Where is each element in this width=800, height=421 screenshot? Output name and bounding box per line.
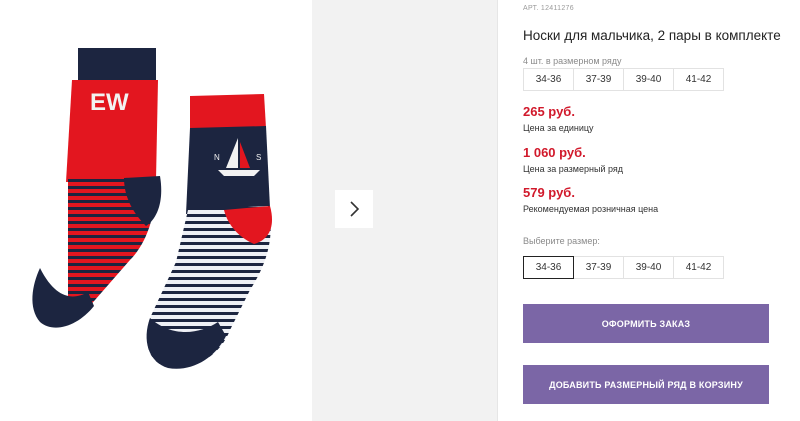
product-title: Носки для мальчика, 2 пары в комплекте — [523, 28, 781, 43]
pack-note: 4 шт. в размерном ряду — [523, 56, 622, 66]
sku-label: АРТ. — [523, 5, 539, 12]
size-option-39-40[interactable]: 39-40 — [623, 256, 674, 279]
socks-image: EW N S — [32, 48, 273, 369]
sku-line: АРТ. 12411276 — [523, 5, 574, 12]
unit-price: 265 руб. — [523, 104, 575, 119]
sku-value: 12411276 — [540, 5, 574, 12]
product-gallery: EW N S — [0, 0, 497, 421]
add-size-row-to-cart-button[interactable]: ДОБАВИТЬ РАЗМЕРНЫЙ РЯД В КОРЗИНУ — [523, 365, 769, 404]
size-option-41-42[interactable]: 41-42 — [673, 256, 724, 279]
unit-price-note: Цена за единицу — [523, 123, 594, 133]
size-option-34-36[interactable]: 34-36 — [523, 256, 574, 279]
size-select-label: Выберите размер: — [523, 236, 600, 246]
sock-letter-n: N — [214, 153, 220, 162]
gallery-next-button[interactable] — [335, 190, 373, 228]
chevron-right-icon — [350, 201, 360, 217]
size-selector: 34-36 37-39 39-40 41-42 — [523, 256, 724, 279]
place-order-button[interactable]: ОФОРМИТЬ ЗАКАЗ — [523, 304, 769, 343]
row-price: 1 060 руб. — [523, 145, 586, 160]
pack-size-cell: 41-42 — [673, 68, 724, 91]
pack-size-cell: 39-40 — [623, 68, 674, 91]
panel-divider — [497, 0, 498, 421]
pack-size-row: 34-36 37-39 39-40 41-42 — [523, 68, 724, 91]
product-photo[interactable]: EW N S — [0, 0, 312, 421]
row-price-note: Цена за размерный ряд — [523, 164, 624, 174]
pack-size-cell: 37-39 — [573, 68, 624, 91]
sock-logo-text: EW — [90, 89, 129, 116]
retail-price: 579 руб. — [523, 185, 575, 200]
pack-size-cell: 34-36 — [523, 68, 574, 91]
sock-letter-s: S — [256, 153, 261, 162]
retail-price-note: Рекомендуемая розничная цена — [523, 204, 659, 214]
size-option-37-39[interactable]: 37-39 — [573, 256, 624, 279]
